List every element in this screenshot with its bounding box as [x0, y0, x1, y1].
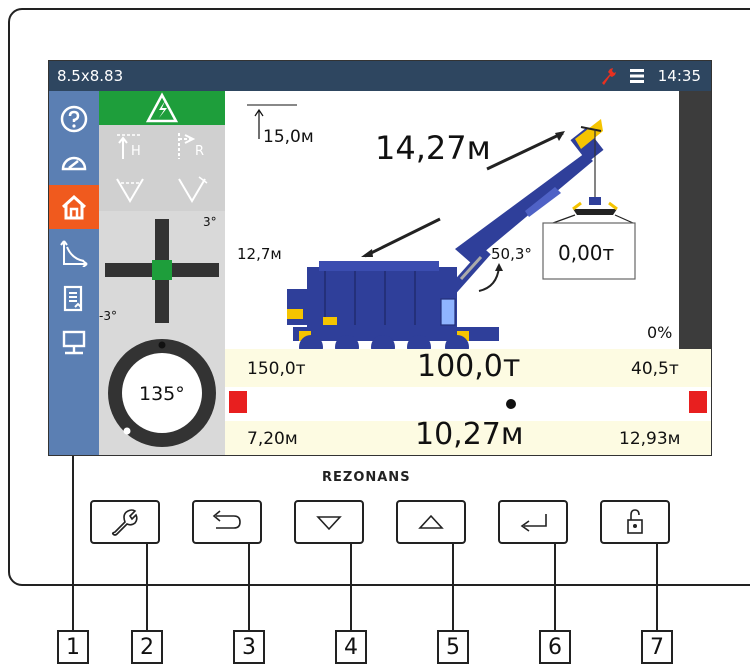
slew-angle: 135° [139, 383, 185, 405]
callout-line-6 [554, 544, 556, 630]
callout-1: 1 [57, 630, 89, 664]
down-button[interactable] [294, 500, 364, 544]
sidebar-item-system[interactable] [49, 321, 99, 365]
current-radius-value: 10,27м [415, 417, 524, 452]
callout-5: 5 [437, 630, 469, 664]
limit-indicators: H R [99, 125, 225, 211]
document-icon [63, 285, 83, 312]
inclinometer-top-label: 3° [203, 215, 217, 229]
unlock-button[interactable] [600, 500, 670, 544]
sidebar-item-home[interactable] [49, 185, 99, 229]
callout-line-4 [350, 544, 352, 630]
sidebar-item-log[interactable] [49, 277, 99, 321]
callout-6: 6 [539, 630, 571, 664]
sidebar [49, 91, 99, 455]
callout-line-2 [146, 544, 148, 630]
callout-2: 2 [131, 630, 163, 664]
slew-limit-left-indicator [99, 169, 161, 211]
max-load-value: 150,0т [247, 359, 306, 379]
callout-7: 7 [641, 630, 673, 664]
chart-axes-icon [60, 240, 88, 267]
enter-icon [520, 514, 547, 532]
gauge-icon [61, 156, 87, 171]
enter-button[interactable] [498, 500, 568, 544]
min-limit-marker [229, 391, 247, 413]
down-arrow-icon [316, 516, 342, 531]
radius-limit-indicator: R [163, 125, 225, 167]
back-icon [212, 510, 241, 529]
sidebar-item-help[interactable] [49, 97, 99, 141]
up-arrow-icon [418, 514, 444, 529]
max-limit-marker [689, 391, 707, 413]
height-limit-label: H [131, 144, 141, 159]
callout-line-5 [452, 544, 454, 630]
height-limit-indicator: H [99, 125, 161, 167]
hook-load-value: 0,00т [558, 241, 615, 265]
slew-limit-right-indicator [163, 169, 225, 211]
status-bar: 8.5x8.83 14:35 [49, 61, 711, 91]
config-title: 8.5x8.83 [57, 67, 124, 85]
status-panel: H R 3° -3° 135° [99, 91, 225, 455]
callout-line-7 [656, 544, 658, 630]
up-button[interactable] [396, 500, 466, 544]
back-button[interactable] [192, 500, 262, 544]
wrench-icon [111, 509, 138, 536]
brand-logo: REZONANS [322, 470, 411, 485]
slew-indicator: 135° [99, 331, 225, 455]
boom-length-value: 14,27м [375, 129, 491, 167]
high-voltage-icon [145, 92, 179, 123]
home-icon [61, 194, 87, 220]
voltage-warning [99, 91, 225, 125]
rated-load-value: 40,5т [631, 359, 679, 379]
side-height-value: 12,7м [237, 245, 282, 263]
height-value: 15,0м [263, 127, 314, 147]
inclinometer-bottom-label: -3° [99, 309, 117, 323]
unlock-icon [627, 509, 643, 534]
monitor-icon [62, 330, 86, 355]
callout-line-3 [248, 544, 250, 630]
sidebar-item-gauge[interactable] [49, 141, 99, 185]
service-button[interactable] [90, 500, 160, 544]
clock: 14:35 [657, 67, 701, 85]
radius-limit-label: R [195, 144, 205, 159]
radius-indicator-row [225, 387, 711, 421]
callout-4: 4 [335, 630, 367, 664]
sidebar-item-graph[interactable] [49, 231, 99, 275]
max-radius-value: 12,93м [619, 429, 681, 449]
display-screen: 8.5x8.83 14:35 H R 3° -3° 135° 15,0м 14,… [48, 60, 712, 456]
service-wrench-icon [599, 66, 617, 90]
load-moment-percent: 0% [647, 323, 673, 342]
help-icon [60, 105, 88, 133]
current-load-value: 100,0т [417, 349, 521, 384]
min-radius-value: 7,20м [247, 429, 298, 449]
radius-position-dot [506, 399, 516, 409]
callout-line-1 [72, 456, 74, 630]
boom-angle-value: 50,3° [491, 245, 532, 263]
callout-3: 3 [233, 630, 265, 664]
menu-icon[interactable] [629, 68, 645, 88]
inclinometer: 3° -3° [99, 213, 225, 329]
load-moment-bar [679, 91, 711, 349]
